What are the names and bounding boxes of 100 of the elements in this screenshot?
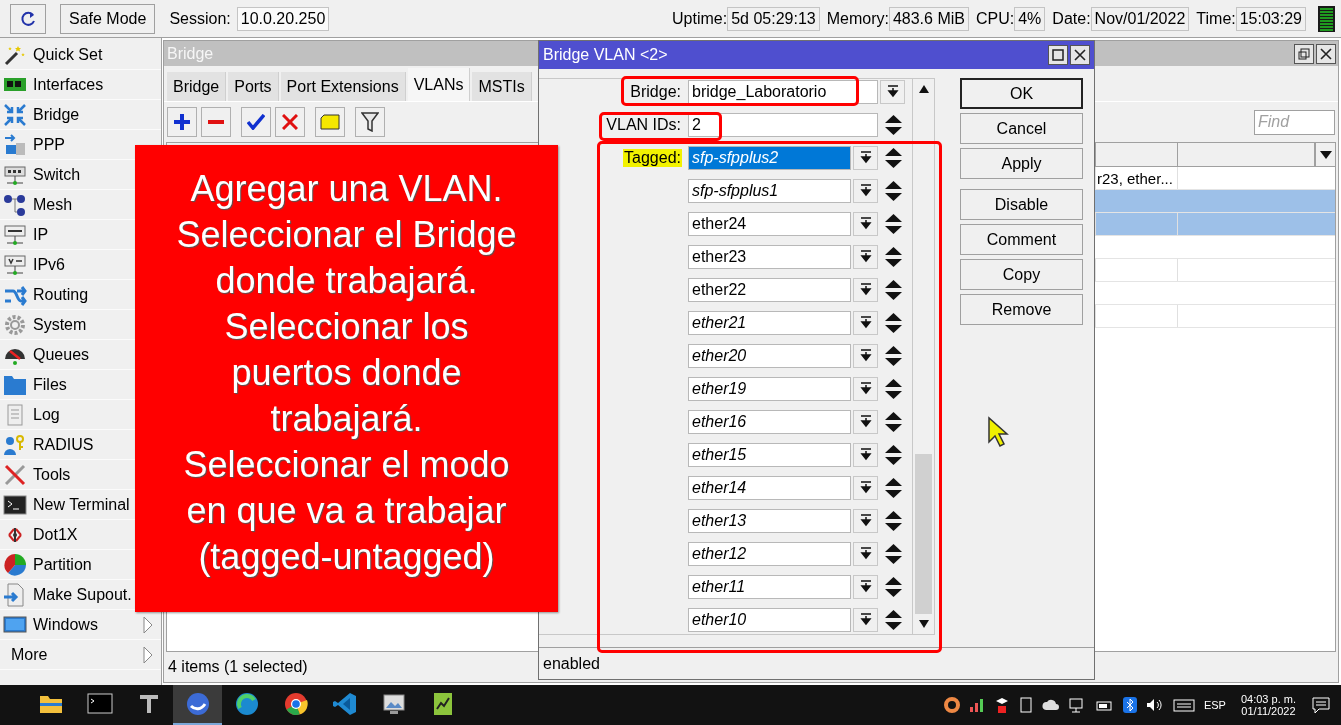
spin-arrows-icon[interactable] <box>883 146 904 170</box>
dropdown-button[interactable] <box>853 179 878 203</box>
filter-icon <box>361 112 379 132</box>
clock-time[interactable]: 04:03 p. m. <box>1240 693 1296 705</box>
scroll-thumb[interactable] <box>915 454 932 614</box>
close-button[interactable] <box>1070 45 1090 65</box>
taskbar-app[interactable] <box>173 685 222 725</box>
spin-arrows-icon[interactable] <box>883 311 904 335</box>
dropdown-button[interactable] <box>853 542 878 566</box>
dropdown-button[interactable] <box>853 377 878 401</box>
spin-arrows-icon[interactable] <box>883 278 904 302</box>
tab[interactable]: MSTIs <box>472 72 532 101</box>
maximize-icon <box>1052 49 1064 61</box>
field-label: VLAN IDs: <box>605 116 682 134</box>
dropdown-button[interactable] <box>853 311 878 335</box>
port-select[interactable]: ether13 <box>688 509 851 533</box>
tab[interactable]: Ports <box>228 72 279 101</box>
column-menu-button[interactable] <box>1315 143 1335 166</box>
port-select[interactable]: ether16 <box>688 410 851 434</box>
maximize-button[interactable] <box>1048 45 1068 65</box>
dialog-button[interactable]: OK <box>960 78 1083 109</box>
dialog-button[interactable]: Copy <box>960 259 1083 290</box>
remove-button[interactable] <box>201 107 231 137</box>
restore-button[interactable] <box>1294 43 1314 64</box>
spin-arrows-icon[interactable] <box>883 245 904 269</box>
add-button[interactable] <box>167 107 197 137</box>
port-select[interactable]: ether14 <box>688 476 851 500</box>
file-arrow-icon <box>3 582 27 607</box>
port-select[interactable]: ether20 <box>688 344 851 368</box>
dropdown-button[interactable] <box>853 146 878 170</box>
dropdown-button[interactable] <box>880 80 905 104</box>
disable-button[interactable] <box>275 107 305 137</box>
port-select[interactable]: sfp-sfpplus1 <box>688 179 851 203</box>
menu-item[interactable]: Interfaces <box>0 70 161 100</box>
tab[interactable]: VLANs <box>407 68 471 101</box>
dropdown-button[interactable] <box>853 476 878 500</box>
port-select[interactable]: ether21 <box>688 311 851 335</box>
check-icon <box>247 114 265 130</box>
bridge-select[interactable]: bridge_Laboratorio <box>688 80 878 104</box>
dropdown-button[interactable] <box>853 245 878 269</box>
load-meter-icon <box>1318 5 1335 32</box>
tab[interactable]: Port Extensions <box>280 72 406 101</box>
spin-arrows-icon[interactable] <box>883 476 904 500</box>
dropdown-button[interactable] <box>853 509 878 533</box>
menu-item[interactable]: More <box>0 640 161 670</box>
spin-arrows-icon[interactable] <box>883 113 904 137</box>
spin-arrows-icon[interactable] <box>883 542 904 566</box>
enable-button[interactable] <box>241 107 271 137</box>
status-text: 4 items (1 selected) <box>168 658 308 676</box>
callout-text: Seleccionar el Bridge donde trabajará. <box>175 212 518 303</box>
session-field[interactable]: 10.0.20.250 <box>236 6 330 31</box>
filter-button[interactable] <box>355 107 385 137</box>
spin-arrows-icon[interactable] <box>883 410 904 434</box>
port-select[interactable]: ether11 <box>688 575 851 599</box>
find-field[interactable]: Find <box>1254 109 1335 135</box>
dropdown-button[interactable] <box>853 278 878 302</box>
port-select[interactable]: ether22 <box>688 278 851 302</box>
port-select[interactable]: ether19 <box>688 377 851 401</box>
port-select[interactable]: ether15 <box>688 443 851 467</box>
dropdown-button[interactable] <box>853 575 878 599</box>
dropdown-button[interactable] <box>853 410 878 434</box>
spin-arrows-icon[interactable] <box>883 608 904 632</box>
status-text: enabled <box>543 654 600 673</box>
menu-item[interactable]: Quick Set <box>0 40 161 70</box>
callout-text: Agregar una VLAN. <box>190 166 503 211</box>
port-select[interactable]: ether24 <box>688 212 851 236</box>
field-label: Bridge: <box>629 83 682 101</box>
port-select[interactable]: ether10 <box>688 608 851 632</box>
redo-button[interactable] <box>10 3 46 34</box>
code-editor-icon <box>331 691 358 717</box>
scrollbar[interactable] <box>912 79 934 634</box>
spin-arrows-icon[interactable] <box>883 575 904 599</box>
dropdown-button[interactable] <box>853 344 878 368</box>
dropdown-button[interactable] <box>853 443 878 467</box>
dialog-button[interactable]: Cancel <box>960 113 1083 144</box>
dialog-button[interactable]: Disable <box>960 189 1083 220</box>
comment-button[interactable] <box>315 107 345 137</box>
spin-arrows-icon[interactable] <box>883 443 904 467</box>
tab[interactable]: Bridge <box>167 72 227 101</box>
port-select[interactable]: sfp-sfpplus2 <box>688 146 851 170</box>
dialog-button[interactable]: Remove <box>960 294 1083 325</box>
dropdown-button[interactable] <box>853 608 878 632</box>
spin-arrows-icon[interactable] <box>883 179 904 203</box>
spin-arrows-icon[interactable] <box>883 212 904 236</box>
dropdown-arrow-icon <box>858 151 873 165</box>
close-button[interactable] <box>1316 43 1336 64</box>
language-indicator[interactable]: ESP <box>1203 699 1226 711</box>
dropdown-button[interactable] <box>853 212 878 236</box>
vlan-ids-field[interactable]: 2 <box>688 113 878 137</box>
spin-arrows-icon[interactable] <box>883 377 904 401</box>
spin-arrows-icon[interactable] <box>883 509 904 533</box>
port-select[interactable]: ether12 <box>688 542 851 566</box>
circular-arrow-icon <box>19 9 37 28</box>
clock-date[interactable]: 01/11/2022 <box>1241 705 1296 717</box>
menu-item[interactable]: Bridge <box>0 100 161 130</box>
dialog-button[interactable]: Apply <box>960 148 1083 179</box>
safe-mode-button[interactable]: Safe Mode <box>60 3 156 34</box>
dialog-button[interactable]: Comment <box>960 224 1083 255</box>
port-select[interactable]: ether23 <box>688 245 851 269</box>
spin-arrows-icon[interactable] <box>883 344 904 368</box>
